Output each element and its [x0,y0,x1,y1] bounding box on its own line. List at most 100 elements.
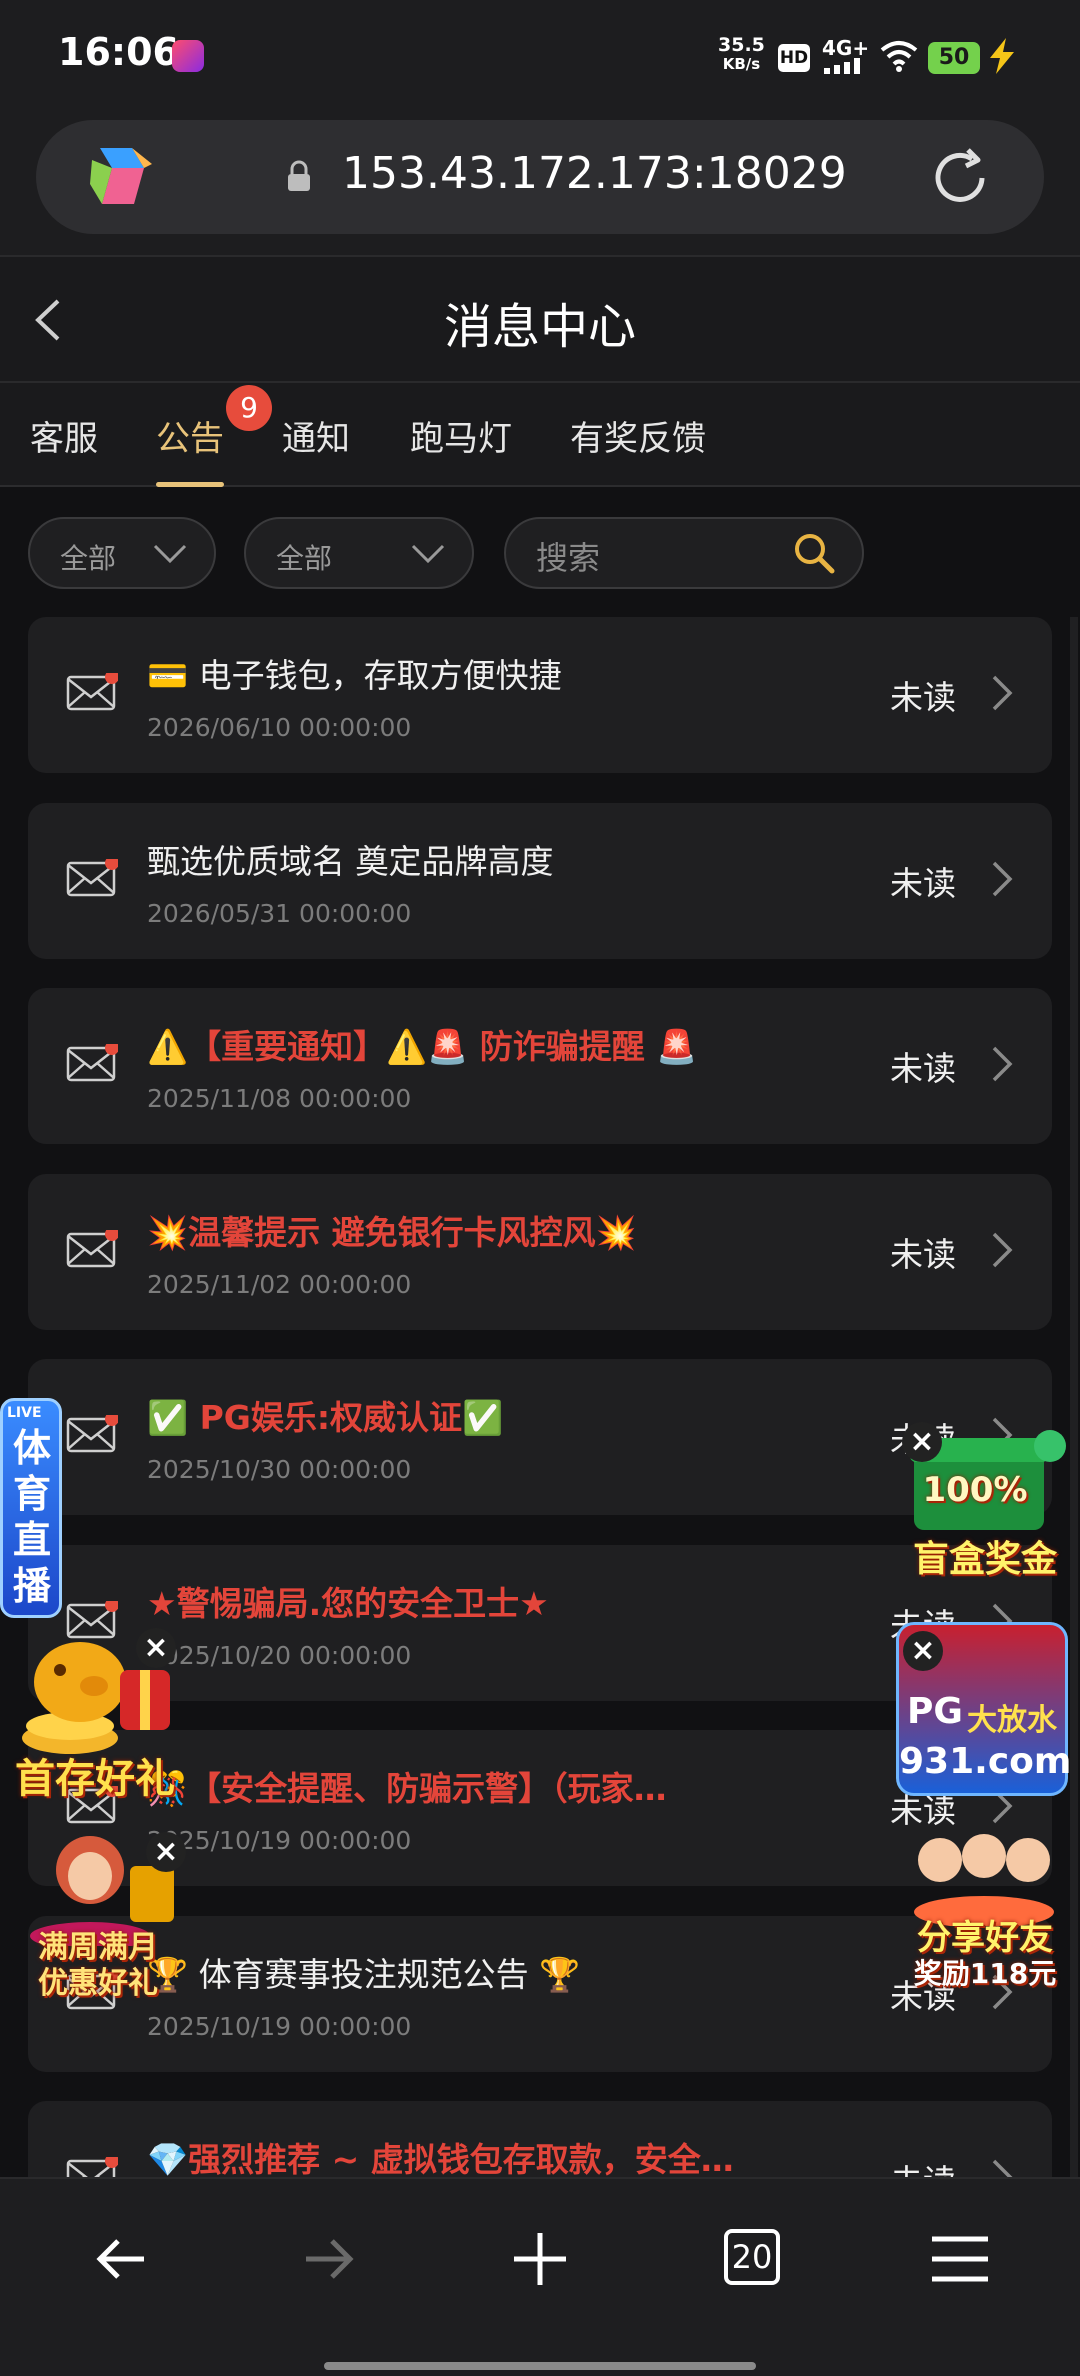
message-card[interactable]: 💥温馨提示 避免银行卡风控风💥 2025/11/02 00:00:00 未读 [28,1173,1052,1330]
message-title: 💎强烈推荐 ~ 虚拟钱包存取款，安全… [147,2140,734,2177]
search-icon[interactable] [792,531,836,575]
tab-bar: 客服 公告 9 通知 跑马灯 有奖反馈 [0,383,1080,487]
filter-value: 全部 [276,542,333,575]
tab-notifications[interactable]: 通知 [282,411,350,487]
address-bar[interactable]: 153.43.172.173:18029 [36,120,1044,234]
pg-slogan: 大放水 [967,1703,1057,1738]
message-card[interactable]: ⚠️【重要通知】⚠️🚨 防诈骗提醒 🚨 2025/11/08 00:00:00 未读 [28,988,1052,1144]
message-date: 2026/06/10 00:00:00 [147,713,412,742]
network-speed: 35.5 KB/s [718,36,765,74]
read-status: 未读 [890,2155,956,2177]
lock-icon [288,160,310,191]
chevron-right-icon [988,2157,1016,2177]
monthly-offer-line2: 优惠好礼 [38,1966,158,2001]
message-card[interactable]: 💎强烈推荐 ~ 虚拟钱包存取款，安全…2025/10/19 00:00:00未读 [28,2101,1052,2177]
signal-icon [824,58,860,74]
message-date: 2025/10/30 00:00:00 [147,1455,412,1484]
chevron-down-icon [411,544,445,564]
page-header: 消息中心 [0,255,1080,383]
share-friends-line2: 奖励118元 [913,1957,1057,1990]
read-status: 未读 [890,863,956,903]
tab-label: 客服 [30,419,98,459]
blind-box-amount: 100% [922,1470,1028,1510]
tabs-button[interactable]: 20 [724,2229,780,2285]
copilot-icon[interactable] [86,144,156,208]
browser-toolbar: 153.43.172.173:18029 [0,120,1080,255]
tab-label: 公告 [156,419,224,459]
scrollbar[interactable] [1070,617,1078,2177]
filter-dropdown-2[interactable]: 全部 [244,517,474,589]
search-input[interactable]: 搜索 [504,517,864,589]
read-status: 未读 [890,678,956,717]
unread-count-badge: 9 [226,385,272,431]
message-card[interactable]: ✅ PG娱乐:权威认证✅2025/10/30 00:00:00未读 [28,1359,1052,1515]
wifi-icon [880,41,918,72]
envelope-icon [66,670,119,717]
chevron-right-icon [988,1044,1016,1088]
close-icon[interactable]: × [903,1631,943,1671]
tab-marquee[interactable]: 跑马灯 [410,411,512,487]
menu-icon[interactable] [928,2229,992,2289]
sports-live-text: 体育直播 [12,1426,51,1608]
close-icon[interactable]: × [146,1832,186,1872]
filter-bar: 全部 全部 搜索 [0,487,1080,617]
message-date: 2025/10/19 00:00:00 [147,1826,412,1855]
forward-icon[interactable] [298,2229,358,2289]
message-card[interactable]: 甄选优质域名 奠定品牌高度 2026/05/31 00:00:00 未读 [28,802,1052,959]
message-title: 🎊【安全提醒、防骗示警】（玩家… [147,1769,667,1808]
envelope-icon [66,1041,119,1088]
envelope-icon [66,1412,119,1459]
browser-bottom-nav: 20 [0,2177,1080,2376]
monthly-offer-promo[interactable]: × 满周满月 优惠好礼 [10,1826,186,2006]
message-date: 2025/11/02 00:00:00 [147,1269,412,1299]
network-type: 4G+ [822,36,870,60]
filter-value: 全部 [60,542,117,575]
home-indicator[interactable] [324,2362,756,2370]
filter-dropdown-1[interactable]: 全部 [28,517,216,589]
chevron-down-icon [153,544,187,564]
tab-announcements[interactable]: 公告 [156,411,224,487]
network-speed-value: 35.5 [718,34,765,56]
message-date: 2025/10/19 00:00:00 [147,2011,412,2041]
chevron-right-icon [988,673,1016,717]
tab-label: 通知 [282,419,350,459]
status-bar: 16:06 35.5 KB/s HD 4G+ 50 [0,0,1080,120]
status-time: 16:06 [58,30,179,74]
tab-feedback[interactable]: 有奖反馈 [570,411,706,487]
message-title: 甄选优质域名 奠定品牌高度 [147,841,554,881]
blind-box-promo[interactable]: × 100% 盲盒奖金 [900,1418,1070,1588]
page-title: 消息中心 [443,299,636,355]
first-deposit-promo[interactable]: × 首存好礼 [10,1620,180,1802]
hd-badge: HD [778,44,810,72]
message-title: 🏆 体育赛事投注规范公告 🏆 [147,1954,581,1994]
new-tab-icon[interactable] [510,2229,570,2289]
message-title: 💥温馨提示 避免银行卡风控风💥 [147,1212,637,1252]
url-text[interactable]: 153.43.172.173:18029 [342,148,847,199]
tab-customer-service[interactable]: 客服 [30,411,98,487]
close-icon[interactable]: × [902,1422,942,1462]
charging-icon [990,38,1014,74]
first-deposit-text: 首存好礼 [15,1756,175,1802]
share-friends-promo[interactable]: 分享好友 奖励118元 [900,1826,1070,1996]
message-date: 2026/05/31 00:00:00 [147,898,412,928]
tab-label: 跑马灯 [410,419,512,459]
reload-icon[interactable] [928,146,992,210]
back-icon[interactable] [92,2229,152,2289]
search-placeholder: 搜索 [536,539,601,577]
message-date: 2025/11/08 00:00:00 [147,1084,412,1113]
network-speed-unit: KB/s [722,55,761,73]
envelope-icon [66,2154,119,2177]
read-status: 未读 [890,1234,956,1274]
pg-logo: PG [907,1691,963,1732]
pg-promo[interactable]: × PG 大放水 931.com [896,1622,1072,1796]
read-status: 未读 [890,1049,956,1088]
chevron-right-icon [988,1230,1016,1274]
close-icon[interactable]: × [136,1628,176,1668]
battery-indicator: 50 [928,42,980,74]
pg-domain: 931.com [899,1741,1072,1782]
sports-live-widget[interactable]: LIVE 体育直播 [0,1398,62,1618]
message-title: ✅ PG娱乐:权威认证✅ [147,1398,504,1437]
message-card[interactable]: 💳 电子钱包，存取方便快捷 2026/06/10 00:00:00 未读 [28,617,1052,773]
chevron-right-icon [988,859,1016,903]
message-title: 💳 电子钱包，存取方便快捷 [147,656,562,695]
